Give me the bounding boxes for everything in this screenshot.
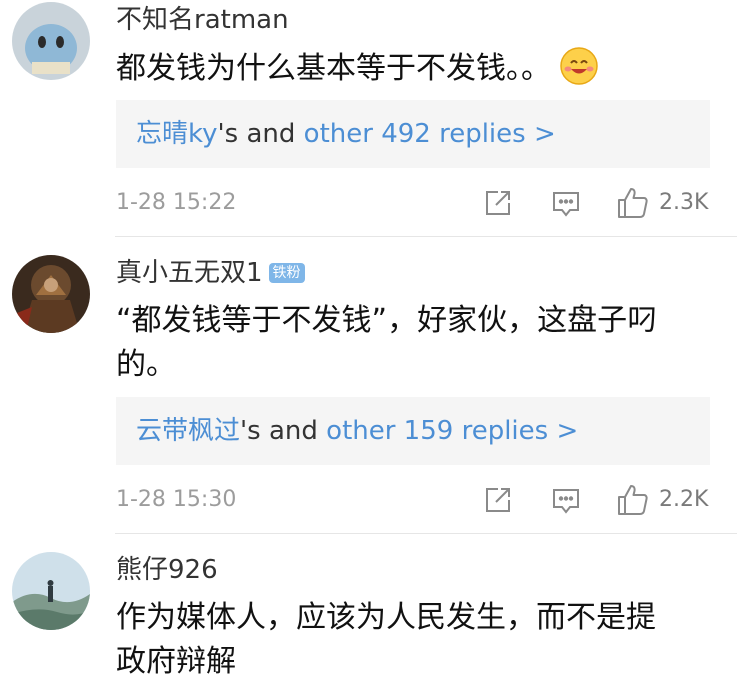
- smiling-face-icon: [559, 46, 599, 99]
- username[interactable]: 熊仔926: [116, 554, 218, 586]
- reply-count[interactable]: other 492 replies >: [304, 119, 556, 149]
- comment-icon[interactable]: [551, 485, 581, 515]
- replies-link[interactable]: 云带枫过's and other 159 replies >: [116, 397, 710, 465]
- comment-text: 作为媒体人，应该为人民发生，而不是提政府辩解: [116, 600, 656, 679]
- fan-badge: 铁粉: [268, 263, 305, 283]
- comment-item: 真小五无双1 铁粉 “都发钱等于不发钱”，好家伙，这盘子叼的。 云带枫过's an…: [0, 237, 737, 533]
- replies-link[interactable]: 忘晴ky's and other 492 replies >: [116, 100, 710, 168]
- comment-item: 不知名ratman 都发钱为什么基本等于不发钱。。 忘晴ky's and oth…: [0, 0, 737, 236]
- avatar[interactable]: [12, 255, 90, 333]
- comment-icon[interactable]: [551, 188, 581, 218]
- reply-connector: 's and: [217, 119, 304, 149]
- reply-username[interactable]: 云带枫过: [136, 416, 240, 446]
- username[interactable]: 真小五无双1 铁粉: [116, 257, 305, 289]
- username-text[interactable]: 真小五无双1: [116, 258, 263, 288]
- comment-text: 都发钱为什么基本等于不发钱。。: [116, 46, 676, 99]
- like-count: 2.3K: [659, 190, 709, 215]
- reply-username[interactable]: 忘晴ky: [136, 119, 218, 149]
- like-count: 2.2K: [659, 487, 709, 512]
- share-icon[interactable]: [483, 485, 513, 515]
- comment-item: 熊仔926 作为媒体人，应该为人民发生，而不是提政府辩解: [0, 534, 737, 685]
- comment-meta: 1-28 15:30 2.2K: [116, 483, 737, 517]
- like-icon[interactable]: [616, 483, 650, 517]
- avatar[interactable]: [12, 552, 90, 630]
- avatar[interactable]: [12, 2, 90, 80]
- comment-text-body: 都发钱为什么基本等于不发钱。。: [116, 51, 551, 86]
- share-icon[interactable]: [483, 188, 513, 218]
- comment-text: “都发钱等于不发钱”，好家伙，这盘子叼的。: [116, 303, 658, 382]
- timestamp: 1-28 15:30: [116, 487, 237, 512]
- username[interactable]: 不知名ratman: [116, 4, 289, 36]
- timestamp: 1-28 15:22: [116, 190, 237, 215]
- reply-count[interactable]: other 159 replies >: [326, 416, 578, 446]
- like-icon[interactable]: [616, 186, 650, 220]
- comment-meta: 1-28 15:22 2.3K: [116, 186, 737, 220]
- reply-connector: 's and: [240, 416, 327, 446]
